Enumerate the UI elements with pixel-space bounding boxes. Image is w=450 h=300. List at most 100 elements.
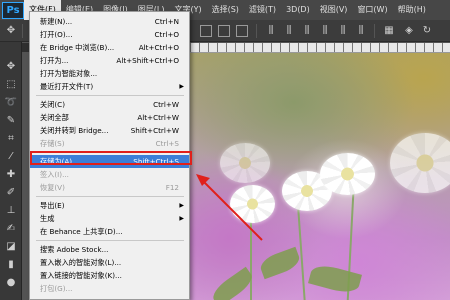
menubar-item[interactable]: 帮助(H) xyxy=(393,0,431,20)
menu-item-label: 打开为... xyxy=(40,56,69,65)
menu-item-shortcut: Shift+Ctrl+W xyxy=(130,126,179,135)
move-tool-icon[interactable]: ✥ xyxy=(4,60,18,74)
tools-panel: ✥ ⬚ ➰ ✎ ⌗ ⁄ ✚ ✐ ⊥ ✍ ◪ ▮ ● xyxy=(0,42,22,300)
file-menu-item[interactable]: 在 Bridge 中浏览(B)... Alt+Ctrl+O xyxy=(30,41,189,54)
file-menu-item[interactable]: 打包(G)... xyxy=(30,282,189,295)
auto-align-icon[interactable]: ▦ xyxy=(382,24,396,38)
3d-rotate-icon[interactable]: ↻ xyxy=(420,24,434,38)
align-icon[interactable] xyxy=(236,25,248,37)
file-menu-item[interactable]: 打开为智能对象... xyxy=(30,67,189,80)
align-icon[interactable] xyxy=(218,25,230,37)
menu-item-label: 生成 xyxy=(40,214,55,223)
marquee-tool-icon[interactable]: ⬚ xyxy=(4,78,18,92)
move-tool-icon[interactable]: ✥ xyxy=(4,24,18,38)
file-menu-item[interactable]: 新建(N)... Ctrl+N xyxy=(30,15,189,28)
menu-item-label: 置入嵌入的智能对象(L)... xyxy=(40,258,122,267)
file-menu-item[interactable]: 打开为... Alt+Shift+Ctrl+O xyxy=(30,54,189,67)
leaf xyxy=(308,261,362,297)
distribute-icon[interactable]: ⫼ xyxy=(300,24,314,38)
menu-item-shortcut: Ctrl+O xyxy=(154,30,179,39)
menu-item-shortcut: Ctrl+S xyxy=(155,139,179,148)
divider xyxy=(374,24,375,38)
menu-item-label: 关闭(C) xyxy=(40,100,66,109)
menu-separator xyxy=(36,240,184,241)
menu-separator xyxy=(36,196,184,197)
menu-item-label: 新建(N)... xyxy=(40,17,73,26)
menu-item-label: 搜索 Adobe Stock... xyxy=(40,245,109,254)
eraser-icon[interactable]: ◪ xyxy=(4,240,18,254)
menu-item-label: 关闭并转到 Bridge... xyxy=(40,126,109,135)
file-menu-item[interactable]: 关闭全部 Alt+Ctrl+W xyxy=(30,111,189,124)
file-menu-item[interactable]: 生成 ▶ xyxy=(30,212,189,225)
file-menu-item[interactable]: 签入(I)... xyxy=(30,168,189,181)
white-flower xyxy=(230,185,275,223)
menu-item-label: 打包(G)... xyxy=(40,284,73,293)
submenu-arrow-icon: ▶ xyxy=(179,83,184,90)
file-menu-item[interactable]: 搜索 Adobe Stock... xyxy=(30,243,189,256)
flower-stem xyxy=(250,218,252,300)
menubar-item[interactable]: 视图(V) xyxy=(315,0,353,20)
divider xyxy=(256,24,257,38)
file-menu-item[interactable]: 置入链接的智能对象(K)... xyxy=(30,269,189,282)
crop-tool-icon[interactable]: ⌗ xyxy=(4,132,18,146)
white-flower xyxy=(390,133,450,193)
menubar-item[interactable]: 窗口(W) xyxy=(352,0,392,20)
menu-item-shortcut: F12 xyxy=(165,183,179,192)
divider xyxy=(22,24,23,38)
file-menu-item[interactable]: 导出(E) ▶ xyxy=(30,199,189,212)
distribute-icon[interactable]: ⫼ xyxy=(264,24,278,38)
file-menu-item[interactable]: 关闭(C) Ctrl+W xyxy=(30,98,189,111)
menu-item-shortcut: Ctrl+N xyxy=(154,17,179,26)
menubar-item[interactable]: 滤镜(T) xyxy=(244,0,281,20)
distribute-icon[interactable]: ⫼ xyxy=(354,24,368,38)
lasso-tool-icon[interactable]: ➰ xyxy=(4,96,18,110)
document-canvas[interactable] xyxy=(190,53,450,300)
photoshop-logo: Ps xyxy=(2,1,24,19)
white-flower xyxy=(320,153,375,195)
annotation-highlight-box xyxy=(30,151,192,165)
menu-item-label: 最近打开文件(T) xyxy=(40,82,94,91)
menubar-item[interactable]: 3D(D) xyxy=(281,0,315,20)
menu-item-shortcut: Alt+Ctrl+W xyxy=(137,113,179,122)
file-menu-item[interactable]: 关闭并转到 Bridge... Shift+Ctrl+W xyxy=(30,124,189,137)
submenu-arrow-icon: ▶ xyxy=(179,202,184,209)
clone-stamp-icon[interactable]: ⊥ xyxy=(4,204,18,218)
file-menu-item[interactable]: 最近打开文件(T) ▶ xyxy=(30,80,189,93)
leaf xyxy=(257,246,303,280)
leaf xyxy=(208,266,257,300)
quick-select-icon[interactable]: ✎ xyxy=(4,114,18,128)
distribute-icon[interactable]: ⫼ xyxy=(318,24,332,38)
menu-item-label: 置入链接的智能对象(K)... xyxy=(40,271,122,280)
horizontal-ruler xyxy=(190,43,450,53)
distribute-icon[interactable]: ⫼ xyxy=(336,24,350,38)
file-menu-item[interactable]: 在 Behance 上共享(D)... xyxy=(30,225,189,238)
menu-item-shortcut: Alt+Ctrl+O xyxy=(138,43,179,52)
menu-item-label: 导出(E) xyxy=(40,201,65,210)
gradient-tool-icon[interactable]: ▮ xyxy=(4,258,18,272)
history-brush-icon[interactable]: ✍ xyxy=(4,222,18,236)
file-menu-item[interactable]: 恢复(V) F12 xyxy=(30,181,189,194)
menubar-item[interactable]: 选择(S) xyxy=(207,0,244,20)
menu-item-shortcut: Ctrl+W xyxy=(153,100,179,109)
menu-item-label: 打开(O)... xyxy=(40,30,73,39)
align-icon[interactable] xyxy=(200,25,212,37)
menu-item-label: 恢复(V) xyxy=(40,183,65,192)
file-menu-item[interactable]: 存储(S) Ctrl+S xyxy=(30,137,189,150)
blur-tool-icon[interactable]: ● xyxy=(4,276,18,290)
distribute-icon[interactable]: ⫼ xyxy=(282,24,296,38)
submenu-arrow-icon: ▶ xyxy=(179,215,184,222)
menu-separator xyxy=(36,95,184,96)
menu-item-shortcut: Alt+Shift+Ctrl+O xyxy=(116,56,179,65)
eyedropper-icon[interactable]: ⁄ xyxy=(4,150,18,164)
menu-item-label: 签入(I)... xyxy=(40,170,69,179)
menu-item-label: 关闭全部 xyxy=(40,113,69,122)
menu-item-label: 存储(S) xyxy=(40,139,65,148)
menu-item-label: 在 Behance 上共享(D)... xyxy=(40,227,123,236)
white-flower xyxy=(220,143,270,183)
menu-item-label: 打开为智能对象... xyxy=(40,69,98,78)
healing-brush-icon[interactable]: ✚ xyxy=(4,168,18,182)
3d-mode-icon[interactable]: ◈ xyxy=(402,24,416,38)
brush-tool-icon[interactable]: ✐ xyxy=(4,186,18,200)
file-menu-item[interactable]: 置入嵌入的智能对象(L)... xyxy=(30,256,189,269)
file-menu-item[interactable]: 打开(O)... Ctrl+O xyxy=(30,28,189,41)
